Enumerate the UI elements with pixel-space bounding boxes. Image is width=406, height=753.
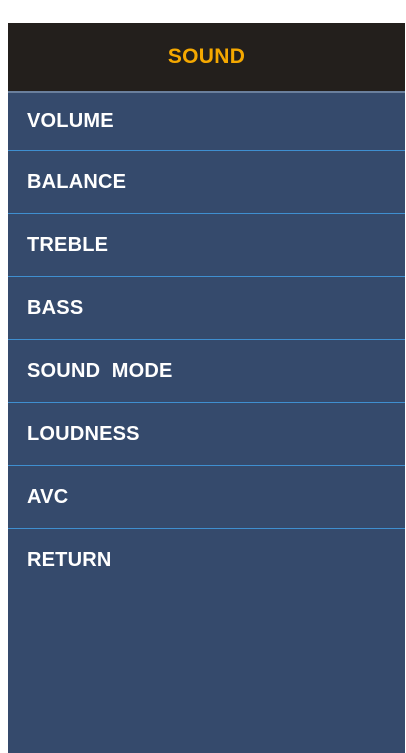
menu-item-avc[interactable]: AVC (8, 466, 405, 529)
menu-item-label: BALANCE (27, 170, 127, 193)
menu-item-label: RETURN (27, 549, 112, 571)
menu-item-sound-mode[interactable]: SOUND MODE (8, 340, 405, 403)
menu-item-label: VOLUME (27, 110, 114, 132)
menu-list: VOLUME BALANCE TREBLE BASS SOUND MODE LO… (8, 93, 405, 592)
menu-item-label: AVC (27, 485, 69, 508)
menu-item-return[interactable]: RETURN (8, 529, 405, 592)
menu-item-label: SOUND MODE (27, 359, 173, 382)
menu-item-label: TREBLE (27, 233, 109, 256)
menu-title: SOUND (167, 45, 246, 68)
menu-item-volume[interactable]: VOLUME (8, 93, 405, 151)
menu-item-label: LOUDNESS (27, 422, 140, 445)
menu-item-loudness[interactable]: LOUDNESS (8, 403, 405, 466)
menu-header: SOUND (8, 23, 405, 93)
sound-menu-panel: SOUND VOLUME BALANCE TREBLE BASS SOUND M… (8, 23, 405, 753)
menu-item-treble[interactable]: TREBLE (8, 214, 405, 277)
menu-item-label: BASS (27, 296, 84, 319)
menu-item-bass[interactable]: BASS (8, 277, 405, 340)
menu-item-balance[interactable]: BALANCE (8, 151, 405, 214)
